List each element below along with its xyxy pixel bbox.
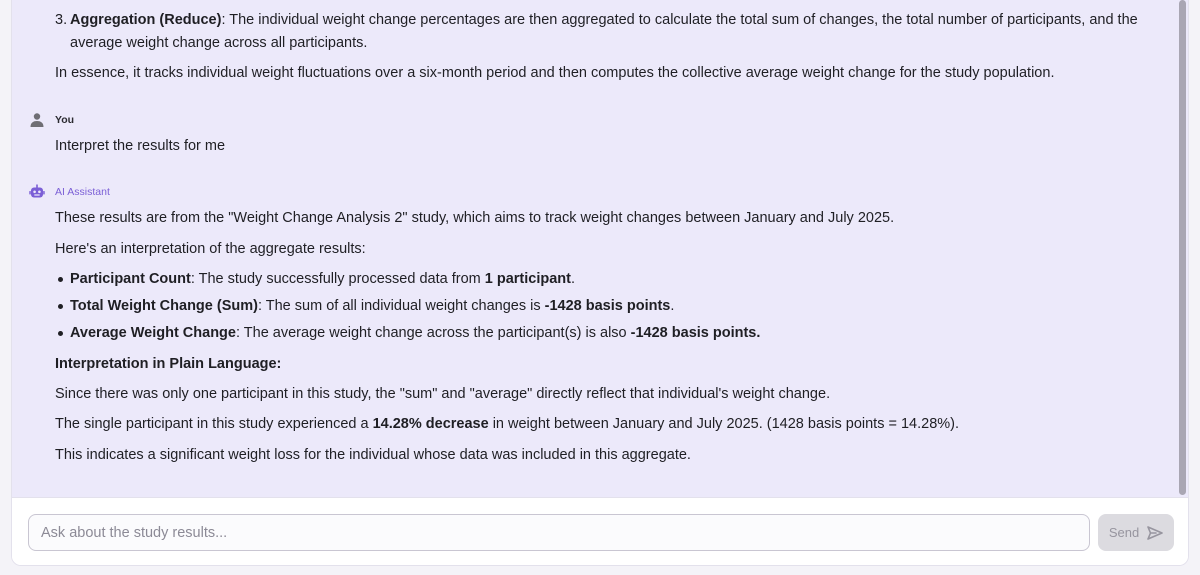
bullet-marker — [58, 277, 63, 282]
bullet-suffix: . — [570, 271, 575, 287]
assistant-label: AI Assistant — [55, 186, 110, 198]
bullet-suffix: . — [670, 298, 675, 314]
list-item: 3. Aggregation (Reduce): The individual w… — [55, 10, 1138, 30]
bullet-text: : The average weight change across the p… — [235, 325, 631, 341]
paragraph-text: The single participant in this study exp… — [55, 416, 373, 432]
bullet-item: Average Weight Change: The average weigh… — [70, 323, 760, 343]
chat-input[interactable] — [28, 514, 1090, 551]
user-sender: You — [29, 111, 74, 129]
bullet-marker — [58, 331, 63, 336]
bullet-marker — [58, 304, 63, 309]
robot-icon — [29, 184, 45, 198]
chat-panel: 3. Aggregation (Reduce): The individual w… — [11, 0, 1189, 566]
list-item-text-cont: average weight change across all partici… — [70, 35, 368, 51]
assistant-paragraph: The single participant in this study exp… — [55, 414, 959, 434]
bullet-value: -1428 basis points — [544, 298, 671, 314]
send-icon — [1147, 525, 1163, 540]
assistant-lead: Here's an interpretation of the aggregat… — [55, 241, 366, 257]
list-item-continuation: average weight change across all partici… — [55, 33, 1135, 53]
assistant-paragraph: This indicates a significant weight loss… — [55, 447, 691, 463]
assistant-paragraph: Since there was only one participant in … — [55, 386, 831, 402]
send-label: Send — [1108, 525, 1140, 540]
assistant-sender: AI Assistant — [29, 183, 110, 201]
plain-language-heading: Interpretation in Plain Language: — [55, 356, 282, 372]
bullet-title: Total Weight Change (Sum) — [70, 298, 258, 314]
paragraph-text: in weight between January and July 2025.… — [488, 416, 960, 432]
assistant-intro: These results are from the "Weight Chang… — [55, 210, 895, 226]
previous-summary: In essence, it tracks individual weight … — [55, 65, 1055, 81]
bullet-text: : The study successfully processed data … — [190, 271, 485, 287]
scrollbar[interactable] — [1176, 0, 1188, 497]
composer: Send — [12, 497, 1188, 565]
list-item-title: Aggregation (Reduce) — [70, 12, 222, 28]
person-icon — [30, 113, 44, 127]
message-list[interactable]: 3. Aggregation (Reduce): The individual w… — [12, 0, 1188, 497]
bullet-title: Average Weight Change — [70, 325, 236, 341]
list-item-number: 3. — [55, 12, 68, 28]
bullet-title: Participant Count — [70, 271, 191, 287]
user-message: Interpret the results for me — [55, 138, 226, 154]
paragraph-highlight: 14.28% decrease — [372, 416, 489, 432]
list-item-text: : The individual weight change percentag… — [221, 12, 1138, 28]
bullet-value: -1428 basis points. — [630, 325, 761, 341]
bullet-text: : The sum of all individual weight chang… — [257, 298, 545, 314]
scrollbar-thumb[interactable] — [1179, 0, 1186, 495]
user-label: You — [55, 114, 75, 126]
bullet-item: Total Weight Change (Sum): The sum of al… — [70, 296, 674, 316]
bullet-item: Participant Count: The study successfull… — [70, 269, 575, 289]
send-button[interactable]: Send — [1098, 514, 1174, 551]
bullet-value: 1 participant — [484, 271, 571, 287]
